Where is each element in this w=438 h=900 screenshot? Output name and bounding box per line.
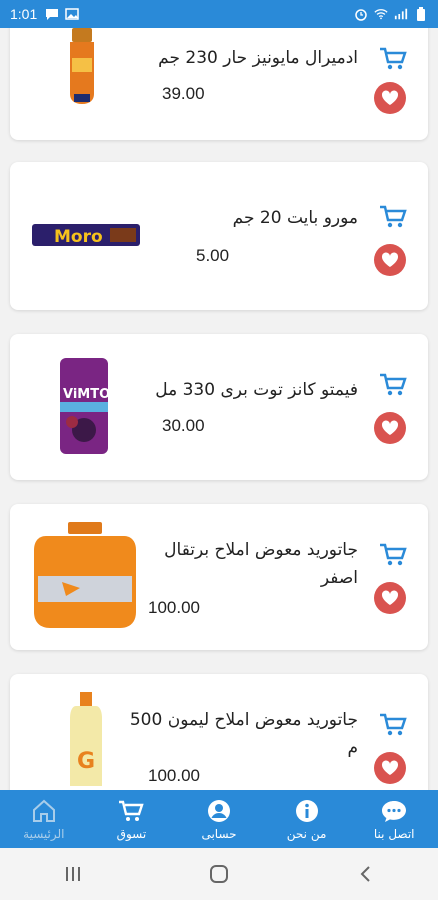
account-icon: [206, 798, 232, 824]
nav-label: من نحن: [286, 826, 327, 841]
product-card[interactable]: ViMTO فيمتو كانز توت برى 330 مل 30.00: [10, 334, 428, 480]
favorite-button[interactable]: [374, 82, 406, 114]
product-price: 39.00: [162, 84, 205, 103]
battery-icon: [414, 7, 428, 21]
status-bar: 1:01: [0, 0, 438, 28]
favorite-button[interactable]: [374, 582, 406, 614]
product-price: 5.00: [196, 246, 230, 265]
add-to-cart-button[interactable]: [378, 542, 408, 568]
system-navigation-bar: [0, 848, 438, 900]
nav-account[interactable]: حسابى: [175, 790, 263, 848]
svg-text:Moro: Moro: [54, 227, 103, 247]
svg-text:G: G: [77, 749, 95, 774]
back-button[interactable]: [345, 859, 385, 889]
product-card[interactable]: Moro مورو بايت 20 جم 5.00: [10, 162, 428, 310]
image-icon: [65, 7, 79, 21]
nav-label: اتصل بنا: [373, 826, 415, 841]
home-button[interactable]: [199, 859, 239, 889]
product-name: ادميرال مايونيز حار 230 جم: [158, 48, 358, 68]
product-name: فيمتو كانز توت برى 330 مل: [155, 380, 358, 400]
product-card[interactable]: ادميرال مايونيز حار 230 جم 39.00: [10, 28, 428, 140]
product-price: 100.00: [148, 598, 200, 617]
product-card[interactable]: G جاتوريد معوض املاح ليمون 500 م 100.00: [10, 674, 428, 790]
add-to-cart-button[interactable]: [378, 46, 408, 72]
nav-shop[interactable]: تسوق: [88, 790, 176, 848]
product-price: 30.00: [162, 416, 205, 435]
alarm-icon: [354, 7, 368, 21]
message-icon: [45, 7, 59, 21]
product-card[interactable]: جاتوريد معوض املاح برتقال اصفر 100.00: [10, 504, 428, 650]
chat-icon: [381, 798, 407, 824]
product-list[interactable]: ادميرال مايونيز حار 230 جم 39.00 Moro مو…: [0, 28, 438, 790]
wifi-icon: [374, 7, 388, 21]
add-to-cart-button[interactable]: [378, 712, 408, 738]
nav-about-us[interactable]: من نحن: [263, 790, 351, 848]
product-image: [62, 28, 102, 108]
product-image: ViMTO: [58, 356, 110, 456]
recent-apps-button[interactable]: [53, 859, 93, 889]
product-name: جاتوريد معوض املاح برتقال اصفر: [164, 540, 358, 588]
cart-icon: [118, 798, 145, 824]
product-image: G: [68, 692, 104, 790]
nav-contact-us[interactable]: اتصل بنا: [350, 790, 438, 848]
favorite-button[interactable]: [374, 244, 406, 276]
info-icon: [294, 798, 320, 824]
nav-label: حسابى: [201, 826, 237, 841]
nav-home[interactable]: الرئيسية: [0, 790, 88, 848]
nav-label: تسوق: [116, 826, 147, 841]
add-to-cart-button[interactable]: [378, 204, 408, 230]
product-image: Moro: [32, 222, 140, 250]
product-name: مورو بايت 20 جم: [232, 208, 358, 228]
product-name: جاتوريد معوض املاح ليمون 500 م: [129, 710, 358, 758]
home-icon: [31, 798, 57, 824]
signal-icon: [394, 7, 408, 21]
nav-label: الرئيسية: [23, 826, 65, 841]
product-image: [32, 522, 138, 630]
favorite-button[interactable]: [374, 752, 406, 784]
add-to-cart-button[interactable]: [378, 372, 408, 398]
product-price: 100.00: [148, 766, 200, 785]
favorite-button[interactable]: [374, 412, 406, 444]
bottom-navigation: اتصل بنا من نحن حسابى تسوق الرئيسية: [0, 790, 438, 848]
status-time: 1:01: [10, 6, 38, 22]
svg-text:ViMTO: ViMTO: [63, 387, 110, 402]
